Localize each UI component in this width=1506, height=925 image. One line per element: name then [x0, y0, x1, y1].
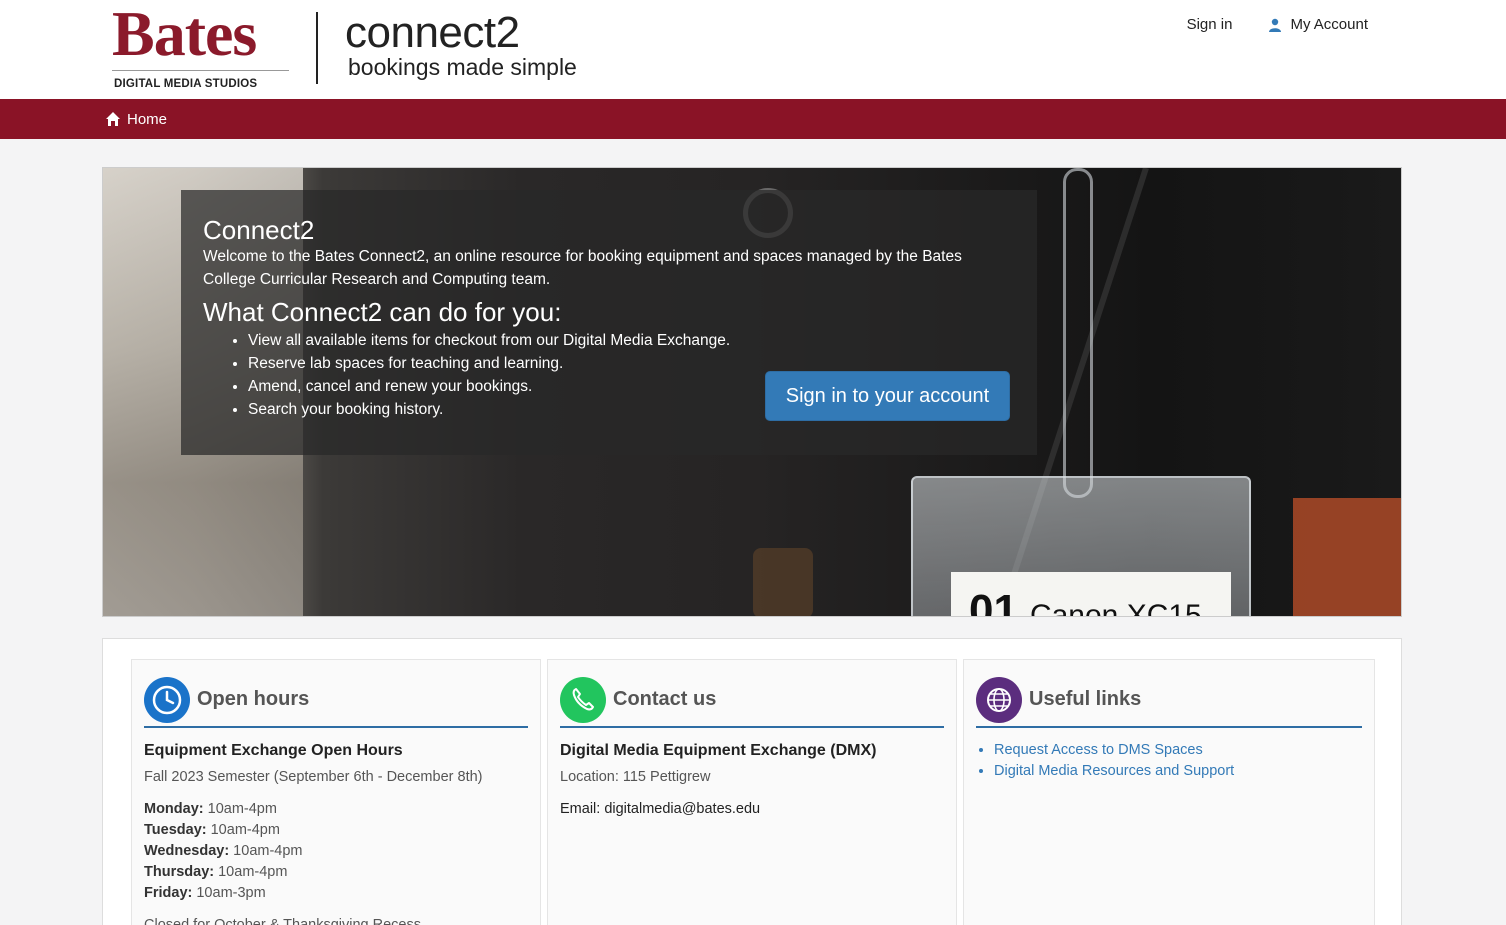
contact-title: Contact us [613, 688, 717, 710]
open-hours-card: Open hours Equipment Exchange Open Hours… [131, 659, 541, 925]
hero-photo-label-text: 01 Canon XC15 [969, 586, 1202, 617]
clock-icon [144, 676, 190, 723]
connect2-logo-word: connect2 [345, 8, 520, 57]
phone-icon [560, 676, 606, 723]
logo-rule [112, 70, 289, 71]
logo-divider [316, 12, 318, 84]
contact-heading: Digital Media Equipment Exchange (DMX) [560, 742, 877, 759]
sign-in-account-button[interactable]: Sign in to your account [765, 371, 1010, 421]
useful-links-title: Useful links [1029, 688, 1142, 710]
hero-photo-orange-patch [1293, 498, 1401, 616]
contact-body: Digital Media Equipment Exchange (DMX) L… [560, 728, 944, 820]
info-section: Open hours Equipment Exchange Open Hours… [102, 638, 1402, 925]
hours-day: Monday: [144, 801, 204, 817]
hours-day: Tuesday: [144, 822, 207, 838]
bates-logo[interactable]: Bates DIGITAL MEDIA STUDIOS [112, 2, 292, 92]
open-hours-title: Open hours [197, 688, 310, 710]
connect2-tagline: bookings made simple [348, 54, 577, 80]
hours-row: Friday: 10am-3pm [144, 883, 528, 904]
bates-logo-subtitle: DIGITAL MEDIA STUDIOS [114, 78, 258, 90]
contact-header: Contact us [560, 676, 944, 728]
semester-dates: Fall 2023 Semester (September 6th - Dece… [144, 769, 483, 785]
hero-photo-strap [753, 548, 813, 616]
hero-title: Connect2 [203, 215, 315, 245]
hours-time: 10am-4pm [203, 801, 277, 817]
contact-email[interactable]: Email: digitalmedia@bates.edu [560, 799, 944, 820]
useful-links-header: Useful links [976, 676, 1362, 728]
hero-banner: 01 Canon XC15 Connect2 Welcome to the Bat… [102, 167, 1402, 617]
useful-links-body: Request Access to DMS Spaces Digital Med… [976, 728, 1362, 782]
site-header: Bates DIGITAL MEDIA STUDIOS connect2 boo… [0, 0, 1506, 99]
hero-intro: Welcome to the Bates Connect2, an online… [203, 248, 962, 288]
connect2-logo[interactable]: connect2 bookings made simple [345, 8, 605, 88]
hero-subtitle: What Connect2 can do for you: [203, 297, 562, 327]
hours-day: Wednesday: [144, 843, 230, 859]
useful-links-list: Request Access to DMS Spaces Digital Med… [994, 740, 1362, 782]
hero-photo-label-number: 01 [969, 586, 1018, 617]
hours-row: Wednesday: 10am-4pm [144, 841, 528, 862]
nav-home-label: Home [127, 110, 168, 128]
my-account-label: My Account [1290, 16, 1368, 33]
open-hours-header: Open hours [144, 676, 528, 728]
home-icon [106, 112, 120, 126]
hero-photo-label-model: Canon XC15 [1029, 599, 1202, 617]
my-account-link[interactable]: My Account [1268, 16, 1368, 33]
bates-logo-word: Bates [112, 0, 257, 69]
hours-row: Monday: 10am-4pm [144, 799, 528, 820]
request-access-link[interactable]: Request Access to DMS Spaces [994, 742, 1203, 758]
hero-info-panel: Connect2 Welcome to the Bates Connect2, … [181, 190, 1037, 455]
nav-home-link[interactable]: Home [105, 99, 167, 139]
hours-day: Friday: [144, 885, 193, 901]
media-resources-link[interactable]: Digital Media Resources and Support [994, 763, 1234, 779]
sign-in-link[interactable]: Sign in [1187, 16, 1233, 33]
hero-feature-item: View all available items for checkout fr… [248, 329, 1015, 352]
open-hours-heading: Equipment Exchange Open Hours [144, 742, 403, 759]
hours-time: 10am-3pm [192, 885, 266, 901]
user-icon [1269, 18, 1282, 32]
contact-location: Location: 115 Pettigrew [560, 769, 711, 785]
hero-photo-lanyard [1063, 168, 1093, 498]
hours-time: 10am-4pm [229, 843, 303, 859]
sign-in-label: Sign in [1186, 16, 1233, 33]
open-hours-body: Equipment Exchange Open Hours Fall 2023 … [144, 728, 528, 925]
hours-row: Thursday: 10am-4pm [144, 862, 528, 883]
contact-card: Contact us Digital Media Equipment Excha… [547, 659, 957, 925]
hours-time: 10am-4pm [214, 864, 288, 880]
useful-links-card: Useful links Request Access to DMS Space… [963, 659, 1375, 925]
top-links: Sign in My Account [1187, 16, 1368, 33]
main-nav: Home [0, 99, 1506, 139]
closed-note: Closed for October & Thanksgiving Recess [144, 917, 421, 925]
globe-icon [976, 676, 1022, 723]
hours-row: Tuesday: 10am-4pm [144, 820, 528, 841]
hours-time: 10am-4pm [206, 822, 280, 838]
hours-day: Thursday: [144, 864, 215, 880]
